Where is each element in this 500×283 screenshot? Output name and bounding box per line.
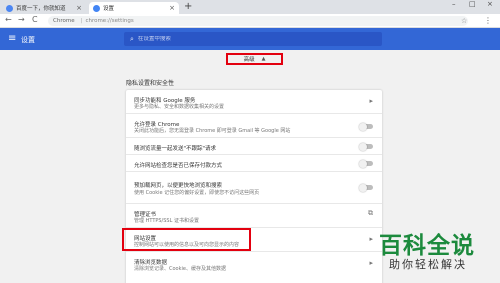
- minimize-button[interactable]: –: [452, 0, 456, 8]
- search-input[interactable]: [137, 36, 358, 42]
- signin-toggle[interactable]: [359, 122, 373, 131]
- address-separator: |: [80, 18, 83, 24]
- watermark-title: 百科全说: [379, 233, 475, 259]
- privacy-settings-card: 同步功能和 Google 服务 更多与隐私、安全和数据收集相关的设置 ▸ 允许登…: [126, 90, 382, 283]
- address-bar[interactable]: Chrome | chrome://settings: [48, 16, 468, 26]
- chevron-up-icon: ▲: [261, 56, 266, 62]
- tab-settings[interactable]: 设置 ×: [89, 2, 179, 14]
- back-icon[interactable]: ←: [5, 15, 12, 24]
- site-settings-highlight: [122, 228, 251, 251]
- search-icon: ⌕: [130, 34, 134, 43]
- url-text: chrome://settings: [85, 18, 134, 24]
- row-allow-chrome-signin: 允许登录 Chrome 关闭此功能后，您无需登录 Chrome 即可登录 Gma…: [126, 114, 382, 138]
- toggle-knob: [359, 142, 367, 151]
- row-do-not-track: 随浏览流量一起发送"不跟踪"请求: [126, 138, 382, 155]
- maximize-button[interactable]: □: [469, 0, 476, 8]
- paw-icon: [6, 4, 13, 12]
- tab-strip: 百度一下，你就知道 × 设置 × + – □ ×: [0, 0, 500, 14]
- row-title: 预加载网页，以便更快地浏览和搜索: [134, 183, 223, 189]
- settings-search[interactable]: ⌕: [124, 32, 382, 46]
- site-chip: Chrome: [53, 18, 75, 24]
- row-subtitle: 关闭此功能后，您无需登录 Chrome 即可登录 Gmail 等 Google …: [134, 128, 291, 134]
- chevron-right-icon: ▸: [369, 235, 373, 243]
- row-manage-certificates[interactable]: 管理证书 管理 HTTPS/SSL 证书和设置 ⧉: [126, 204, 382, 228]
- watermark-subtitle: 助你轻松解决: [389, 258, 467, 271]
- row-subtitle: 使用 Cookie 记住您的偏好设置，即使您不访问这些网页: [134, 190, 260, 196]
- advanced-toggle-button[interactable]: 高级 ▲: [226, 53, 283, 65]
- browser-toolbar: ← → C Chrome | chrome://settings ☆ ⋮: [0, 14, 500, 28]
- chevron-right-icon: ▸: [369, 97, 373, 105]
- payment-methods-toggle[interactable]: [359, 159, 373, 168]
- preload-toggle[interactable]: [359, 183, 373, 192]
- forward-icon[interactable]: →: [18, 15, 25, 24]
- close-tab-icon[interactable]: ×: [169, 4, 175, 12]
- browser-menu-icon[interactable]: ⋮: [484, 16, 492, 25]
- bookmark-star-icon[interactable]: ☆: [461, 17, 467, 25]
- row-clear-browsing-data[interactable]: 清除浏览数据 清除浏览记录、Cookie、缓存及其他数据 ▸: [126, 252, 382, 282]
- row-subtitle: 更多与隐私、安全和数据收集相关的设置: [134, 104, 225, 110]
- tab-baidu[interactable]: 百度一下，你就知道 ×: [2, 2, 86, 14]
- hamburger-menu-icon[interactable]: ≡: [8, 33, 16, 44]
- row-sync-services[interactable]: 同步功能和 Google 服务 更多与隐私、安全和数据收集相关的设置 ▸: [126, 90, 382, 114]
- toggle-knob: [359, 159, 367, 168]
- settings-header: ≡ 设置 ⌕: [0, 28, 500, 50]
- toggle-knob: [359, 122, 367, 131]
- external-link-icon: ⧉: [368, 209, 373, 217]
- row-payment-methods: 允许网站检查您是否已保存付款方式: [126, 155, 382, 172]
- close-window-button[interactable]: ×: [487, 0, 493, 8]
- do-not-track-toggle[interactable]: [359, 142, 373, 151]
- new-tab-button[interactable]: +: [184, 1, 192, 12]
- reload-icon[interactable]: C: [32, 15, 38, 24]
- row-preload-pages: 预加载网页，以便更快地浏览和搜索 使用 Cookie 记住您的偏好设置，即使您不…: [126, 172, 382, 204]
- tab-title: 设置: [103, 6, 115, 12]
- section-title: 隐私设置和安全性: [126, 80, 175, 87]
- gear-icon: [93, 4, 100, 12]
- row-title: 允许网站检查您是否已保存付款方式: [134, 163, 223, 169]
- toggle-knob: [359, 183, 367, 192]
- row-title: 随浏览流量一起发送"不跟踪"请求: [134, 146, 217, 152]
- close-tab-icon[interactable]: ×: [76, 4, 82, 12]
- tab-title: 百度一下，你就知道: [16, 6, 66, 12]
- advanced-label: 高级: [243, 57, 255, 63]
- row-subtitle: 清除浏览记录、Cookie、缓存及其他数据: [134, 266, 226, 272]
- chevron-right-icon: ▸: [369, 259, 373, 267]
- page-title: 设置: [21, 36, 35, 44]
- watermark-logo: 百科全说 助你轻松解决: [379, 226, 497, 278]
- row-subtitle: 管理 HTTPS/SSL 证书和设置: [134, 218, 199, 224]
